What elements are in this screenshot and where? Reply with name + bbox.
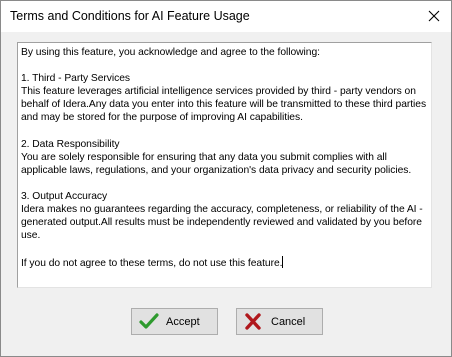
accept-button[interactable]: Accept [131, 308, 218, 335]
cancel-label: Cancel [271, 316, 306, 328]
window-title: Terms and Conditions for AI Feature Usag… [10, 9, 250, 23]
close-icon [428, 10, 440, 22]
x-icon [244, 313, 262, 333]
text-caret [282, 255, 284, 268]
cancel-button[interactable]: Cancel [236, 308, 323, 335]
terms-dialog: Terms and Conditions for AI Feature Usag… [0, 0, 452, 357]
terms-text-area[interactable]: By using this feature, you acknowledge a… [17, 42, 432, 288]
title-bar: Terms and Conditions for AI Feature Usag… [1, 1, 451, 32]
terms-body: By using this feature, you acknowledge a… [21, 47, 427, 269]
close-button[interactable] [417, 1, 451, 32]
checkmark-icon [139, 313, 159, 333]
accept-label: Accept [166, 316, 200, 328]
terms-text: By using this feature, you acknowledge a… [21, 46, 431, 270]
